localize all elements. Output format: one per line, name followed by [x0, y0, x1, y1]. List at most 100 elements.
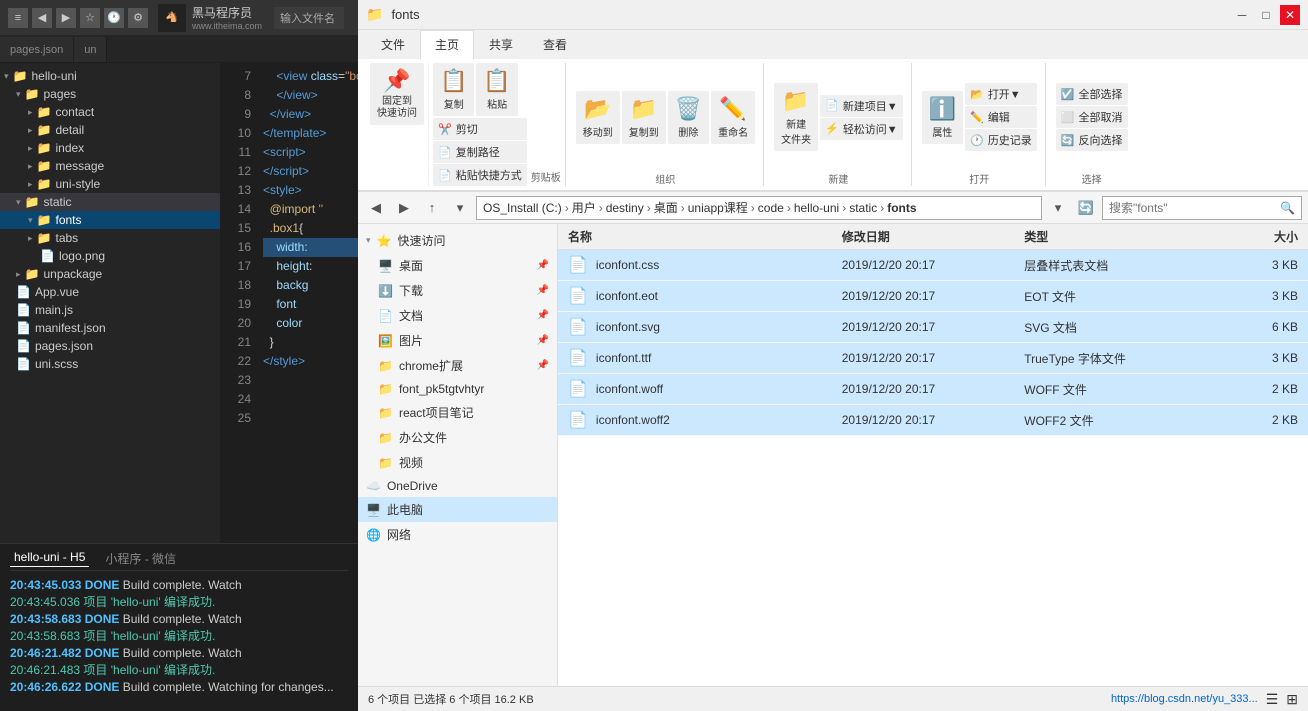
deselect-all-button[interactable]: ⬜ 全部取消	[1056, 106, 1128, 128]
nav-item-react-notes[interactable]: 📁 react项目笔记	[358, 400, 557, 425]
nav-item-pictures[interactable]: 🖼️ 图片 📌	[358, 328, 557, 353]
file-search-input[interactable]: 输入文件名	[274, 7, 344, 29]
tree-item-contact[interactable]: 📁 contact	[0, 103, 220, 121]
tree-item-message[interactable]: 📁 message	[0, 157, 220, 175]
tree-item-main-js[interactable]: 📄 main.js	[0, 301, 220, 319]
view-list-icon[interactable]: ☰	[1266, 691, 1279, 708]
maximize-button[interactable]: □	[1256, 5, 1276, 25]
open-button[interactable]: 📂 打开▼	[965, 83, 1037, 105]
addr-up-button[interactable]: ↑	[420, 196, 444, 220]
file-row-iconfont-woff2[interactable]: 📄 iconfont.woff2 2019/12/20 20:17 WOFF2 …	[558, 405, 1308, 436]
nav-item-video[interactable]: 📁 视频	[358, 450, 557, 475]
ribbon-tab-file[interactable]: 文件	[366, 30, 420, 59]
tab-un[interactable]: un	[74, 37, 107, 62]
terminal-tab-h5[interactable]: hello-uni - H5	[10, 550, 89, 567]
addr-dropdown-button[interactable]: ▾	[1046, 196, 1070, 220]
file-row-iconfont-ttf[interactable]: 📄 iconfont.ttf 2019/12/20 20:17 TrueType…	[558, 343, 1308, 374]
tree-item-fonts[interactable]: 📁 fonts	[0, 211, 220, 229]
back-btn[interactable]: ◀	[32, 8, 52, 28]
invert-select-button[interactable]: 🔄 反向选择	[1056, 129, 1128, 151]
ribbon-tab-view[interactable]: 查看	[528, 30, 582, 59]
addr-forward-button[interactable]: ▶	[392, 196, 416, 220]
copy-path-button[interactable]: 📄 复制路径	[433, 141, 527, 163]
tab-pages-json[interactable]: pages.json	[0, 37, 74, 62]
tree-item-hello-uni[interactable]: 📁 hello-uni	[0, 67, 220, 85]
delete-button[interactable]: 🗑️ 删除	[668, 91, 709, 144]
settings-btn[interactable]: ⚙	[128, 8, 148, 28]
crumb-hello-uni[interactable]: hello-uni	[794, 201, 839, 215]
view-grid-icon[interactable]: ⊞	[1286, 691, 1298, 708]
crumb-code[interactable]: code	[758, 201, 784, 215]
col-header-type[interactable]: 类型	[1024, 228, 1207, 245]
menu-btn[interactable]: ≡	[8, 8, 28, 28]
crumb-fonts[interactable]: fonts	[887, 201, 916, 215]
addr-expand-button[interactable]: ▾	[448, 196, 472, 220]
nav-item-thispc[interactable]: 🖥️ 此电脑	[358, 497, 557, 522]
nav-item-network[interactable]: 🌐 网络	[358, 522, 557, 547]
nav-item-desktop[interactable]: 🖥️ 桌面 📌	[358, 253, 557, 278]
tree-item-app-vue[interactable]: 📄 App.vue	[0, 283, 220, 301]
history-btn[interactable]: 🕐	[104, 8, 124, 28]
ribbon-tab-share[interactable]: 共享	[474, 30, 528, 59]
cut-button[interactable]: ✂️ 剪切	[433, 118, 527, 140]
addr-back-button[interactable]: ◀	[364, 196, 388, 220]
tree-item-uni-style[interactable]: 📁 uni-style	[0, 175, 220, 193]
history-button[interactable]: 🕐 历史记录	[965, 129, 1037, 151]
nav-item-office-files[interactable]: 📁 办公文件	[358, 425, 557, 450]
copy-button[interactable]: 📋 复制	[433, 63, 474, 116]
tree-item-unpackage[interactable]: 📁 unpackage	[0, 265, 220, 283]
file-row-iconfont-eot[interactable]: 📄 iconfont.eot 2019/12/20 20:17 EOT 文件 3…	[558, 281, 1308, 312]
edit-button[interactable]: ✏️ 编辑	[965, 106, 1037, 128]
copy-to-button[interactable]: 📁 复制到	[622, 91, 666, 144]
nav-item-documents[interactable]: 📄 文档 📌	[358, 303, 557, 328]
col-header-size[interactable]: 大小	[1207, 228, 1298, 245]
paste-button[interactable]: 📋 粘贴	[476, 63, 517, 116]
col-header-date[interactable]: 修改日期	[842, 228, 1025, 245]
search-box[interactable]: 🔍	[1102, 196, 1302, 220]
file-row-iconfont-woff[interactable]: 📄 iconfont.woff 2019/12/20 20:17 WOFF 文件…	[558, 374, 1308, 405]
select-all-button[interactable]: ☑️ 全部选择	[1056, 83, 1128, 105]
tree-item-logo-png[interactable]: 📄 logo.png	[0, 247, 220, 265]
paste-shortcut-button[interactable]: 📄 粘贴快捷方式	[433, 164, 527, 186]
terminal-tab-wechat[interactable]: 小程序 - 微信	[101, 550, 180, 567]
crumb-os[interactable]: OS_Install (C:)	[483, 201, 562, 215]
new-group-buttons: 📁 新建文件夹 📄 新建项目▼ ⚡ 轻松访问▼	[774, 63, 903, 171]
crumb-destiny[interactable]: destiny	[606, 201, 644, 215]
tree-item-pages-json[interactable]: 📄 pages.json	[0, 337, 220, 355]
rename-button[interactable]: ✏️ 重命名	[711, 91, 755, 144]
nav-item-onedrive[interactable]: ☁️ OneDrive	[358, 475, 557, 497]
forward-btn[interactable]: ▶	[56, 8, 76, 28]
close-button[interactable]: ✕	[1280, 5, 1300, 25]
properties-button[interactable]: ℹ️ 属性	[922, 91, 963, 144]
crumb-uniapp[interactable]: uniapp课程	[688, 199, 748, 216]
col-header-name[interactable]: 名称	[568, 228, 842, 245]
search-input[interactable]	[1109, 201, 1280, 215]
tree-item-manifest-json[interactable]: 📄 manifest.json	[0, 319, 220, 337]
file-row-iconfont-svg[interactable]: 📄 iconfont.svg 2019/12/20 20:17 SVG 文档 6…	[558, 312, 1308, 343]
minimize-button[interactable]: ─	[1232, 5, 1252, 25]
star-btn[interactable]: ☆	[80, 8, 100, 28]
tree-item-static[interactable]: 📁 static	[0, 193, 220, 211]
addr-refresh-button[interactable]: 🔄	[1074, 196, 1098, 220]
tree-item-pages[interactable]: 📁 pages	[0, 85, 220, 103]
tree-item-index[interactable]: 📁 index	[0, 139, 220, 157]
address-path[interactable]: OS_Install (C:) › 用户 › destiny › 桌面 › un…	[476, 196, 1042, 220]
crumb-static[interactable]: static	[849, 201, 877, 215]
crumb-desktop[interactable]: 桌面	[654, 199, 678, 216]
folder-icon-contact: 📁	[37, 105, 52, 119]
new-folder-button[interactable]: 📁 新建文件夹	[774, 83, 818, 151]
nav-item-downloads[interactable]: ⬇️ 下载 📌	[358, 278, 557, 303]
nav-item-font-pk[interactable]: 📁 font_pk5tgtvhtyr	[358, 378, 557, 400]
ribbon-tab-home[interactable]: 主页	[420, 30, 474, 60]
tree-item-tabs[interactable]: 📁 tabs	[0, 229, 220, 247]
nav-item-chrome[interactable]: 📁 chrome扩展 📌	[358, 353, 557, 378]
nav-item-quickaccess[interactable]: ⭐ 快速访问	[358, 228, 557, 253]
file-row-iconfont-css[interactable]: 📄 iconfont.css 2019/12/20 20:17 层叠样式表文档 …	[558, 250, 1308, 281]
tree-item-detail[interactable]: 📁 detail	[0, 121, 220, 139]
tree-item-uni-scss[interactable]: 📄 uni.scss	[0, 355, 220, 373]
crumb-users[interactable]: 用户	[572, 199, 596, 216]
move-to-button[interactable]: 📂 移动到	[576, 91, 620, 144]
easy-access-button[interactable]: ⚡ 轻松访问▼	[820, 118, 903, 140]
new-item-button[interactable]: 📄 新建项目▼	[820, 95, 903, 117]
pin-to-quickaccess-button[interactable]: 📌 固定到快速访问	[370, 63, 424, 125]
